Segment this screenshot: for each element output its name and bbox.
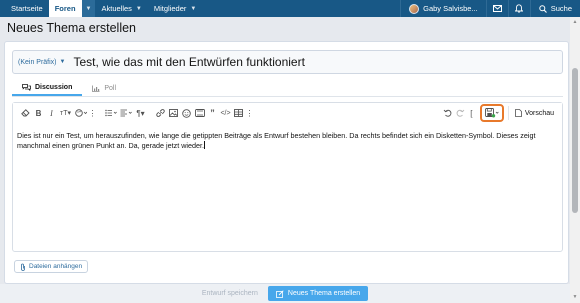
- top-navigation: Startseite Foren ▼ Aktuelles ▼ Mitglieder…: [0, 0, 580, 17]
- nav-foren[interactable]: Foren: [48, 0, 82, 17]
- table-icon: [234, 109, 243, 117]
- quote-button[interactable]: ”: [206, 105, 219, 121]
- align-left-icon: [120, 109, 132, 117]
- floppy-disk-icon: [484, 108, 499, 118]
- chevron-down-icon: ▼: [85, 5, 92, 12]
- color-button[interactable]: [73, 105, 88, 121]
- image-button[interactable]: [167, 105, 180, 121]
- drafts-button[interactable]: [479, 104, 504, 122]
- user-name: Gaby Salvisbe...: [423, 4, 478, 13]
- envelope-icon: [492, 5, 502, 12]
- attach-files-button[interactable]: Dateien anhängen: [14, 260, 89, 273]
- scroll-down-icon[interactable]: ▼: [572, 294, 578, 300]
- message-body[interactable]: Dies ist nur ein Test, um herauszufinden…: [17, 131, 558, 151]
- form-footer: Entwurf speichern Neues Thema erstellen: [0, 284, 570, 303]
- palette-icon: [74, 109, 87, 117]
- bell-icon: [515, 4, 524, 13]
- nav-aktuelles[interactable]: Aktuelles ▼: [95, 0, 147, 17]
- editor-toolbar: B I тT▾ ⋮ ¶▾ ” </> ⋮ [Vorschau: [13, 103, 562, 123]
- prefix-select[interactable]: (Kein Präfix) ▼: [13, 59, 65, 66]
- code-button[interactable]: </>: [219, 105, 232, 121]
- inbox-button[interactable]: [485, 0, 508, 17]
- more-vertical-icon: ⋮: [88, 108, 97, 118]
- chart-icon: [92, 85, 100, 92]
- text-cursor: [204, 141, 205, 150]
- smiley-icon: [182, 108, 191, 118]
- bracket-icon: [: [470, 108, 473, 118]
- emoji-button[interactable]: [180, 105, 193, 121]
- chevron-down-icon: ▼: [135, 5, 142, 12]
- search-button[interactable]: Suche: [529, 0, 580, 17]
- message-editor: B I тT▾ ⋮ ¶▾ ” </> ⋮ [Vorschau Dies ist…: [12, 102, 563, 252]
- title-input[interactable]: Test, wie das mit den Entwürfen funktion…: [65, 55, 304, 69]
- paragraph-button[interactable]: ¶▾: [133, 105, 148, 121]
- alerts-button[interactable]: [507, 0, 530, 17]
- media-button[interactable]: [193, 105, 206, 121]
- editor-tabs: Discussion Poll: [12, 80, 126, 96]
- quote-icon: ”: [210, 108, 215, 118]
- more-insert-button[interactable]: ⋮: [245, 105, 254, 121]
- font-size-icon: тT▾: [60, 110, 71, 117]
- comments-icon: [22, 83, 31, 91]
- search-icon: [539, 4, 547, 13]
- font-size-button[interactable]: тT▾: [58, 105, 73, 121]
- chevron-down-icon: ▼: [190, 5, 197, 12]
- nav-mitglieder[interactable]: Mitglieder ▼: [148, 0, 202, 17]
- tab-discussion[interactable]: Discussion: [12, 80, 83, 96]
- code-icon: </>: [220, 109, 231, 117]
- preview-button[interactable]: Vorschau: [507, 106, 562, 120]
- undo-icon: [443, 109, 452, 117]
- tabs-divider: [12, 96, 563, 97]
- image-icon: [169, 109, 178, 117]
- prefix-label: (Kein Präfix): [18, 58, 57, 66]
- more-vertical-icon: ⋮: [245, 108, 254, 118]
- scrollbar-thumb[interactable]: [572, 68, 578, 213]
- title-row: (Kein Präfix) ▼ Test, wie das mit den En…: [12, 50, 563, 74]
- redo-icon: [456, 109, 465, 117]
- page-title: Neues Thema erstellen: [7, 21, 137, 35]
- file-icon: [514, 109, 522, 117]
- undo-button[interactable]: [441, 105, 454, 121]
- more-options-button[interactable]: ⋮: [88, 105, 97, 121]
- user-menu[interactable]: Gaby Salvisbe...: [400, 0, 486, 17]
- list-button[interactable]: [103, 105, 118, 121]
- thread-form: (Kein Präfix) ▼ Test, wie das mit den En…: [4, 41, 569, 284]
- redo-button[interactable]: [454, 105, 467, 121]
- toggle-bbcode-button[interactable]: [: [467, 105, 476, 121]
- bold-button[interactable]: B: [32, 105, 45, 121]
- avatar: [409, 3, 420, 14]
- paragraph-icon: ¶▾: [136, 108, 145, 118]
- bold-icon: B: [35, 108, 42, 118]
- search-label: Suche: [550, 4, 572, 13]
- eraser-button[interactable]: [19, 105, 32, 121]
- tab-poll[interactable]: Poll: [82, 80, 126, 96]
- table-button[interactable]: [232, 105, 245, 121]
- link-icon: [156, 109, 165, 117]
- nav-foren-dropdown[interactable]: ▼: [81, 0, 96, 17]
- eraser-icon: [21, 109, 30, 117]
- media-icon: [194, 109, 205, 117]
- italic-icon: I: [50, 108, 53, 118]
- scroll-up-icon[interactable]: ▲: [572, 19, 578, 25]
- list-icon: [104, 109, 117, 117]
- link-button[interactable]: [154, 105, 167, 121]
- save-draft-button[interactable]: Entwurf speichern: [202, 290, 258, 297]
- nav-startseite[interactable]: Startseite: [5, 0, 49, 17]
- submit-button[interactable]: Neues Thema erstellen: [267, 286, 369, 301]
- align-button[interactable]: [118, 105, 133, 121]
- italic-button[interactable]: I: [45, 105, 58, 121]
- edit-icon: [275, 289, 284, 298]
- paperclip-icon: [21, 263, 25, 271]
